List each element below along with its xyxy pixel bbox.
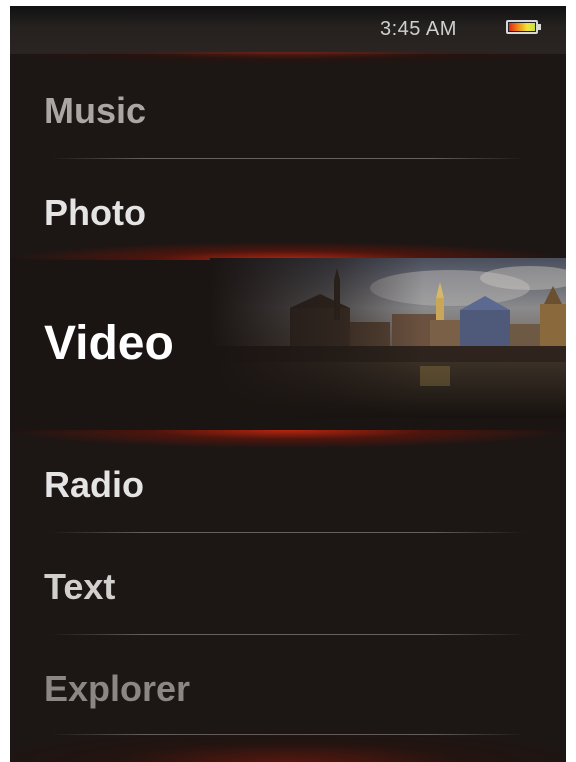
clock: 3:45 AM <box>380 18 457 40</box>
video-thumbnail <box>210 258 566 418</box>
menu-item-label: Photo <box>44 192 146 233</box>
menu-item-explorer[interactable]: Explorer <box>10 634 566 736</box>
menu-item-label: Radio <box>44 464 145 505</box>
bottom-glow <box>10 732 566 762</box>
status-bar: 3:45 AM <box>10 6 566 64</box>
menu-item-video[interactable]: Video <box>10 242 566 448</box>
menu-item-label: Music <box>44 90 147 131</box>
menu-item-label: Explorer <box>44 668 191 709</box>
device-screen: 3:45 AM Music Photo Video Radio Text Exp… <box>10 6 566 762</box>
menu-item-music[interactable]: Music <box>10 56 566 158</box>
battery-icon <box>506 20 542 36</box>
menu-item-label: Text <box>44 566 116 607</box>
menu-item-label: Video <box>44 317 174 370</box>
menu-item-radio[interactable]: Radio <box>10 432 566 532</box>
menu-item-text[interactable]: Text <box>10 532 566 634</box>
